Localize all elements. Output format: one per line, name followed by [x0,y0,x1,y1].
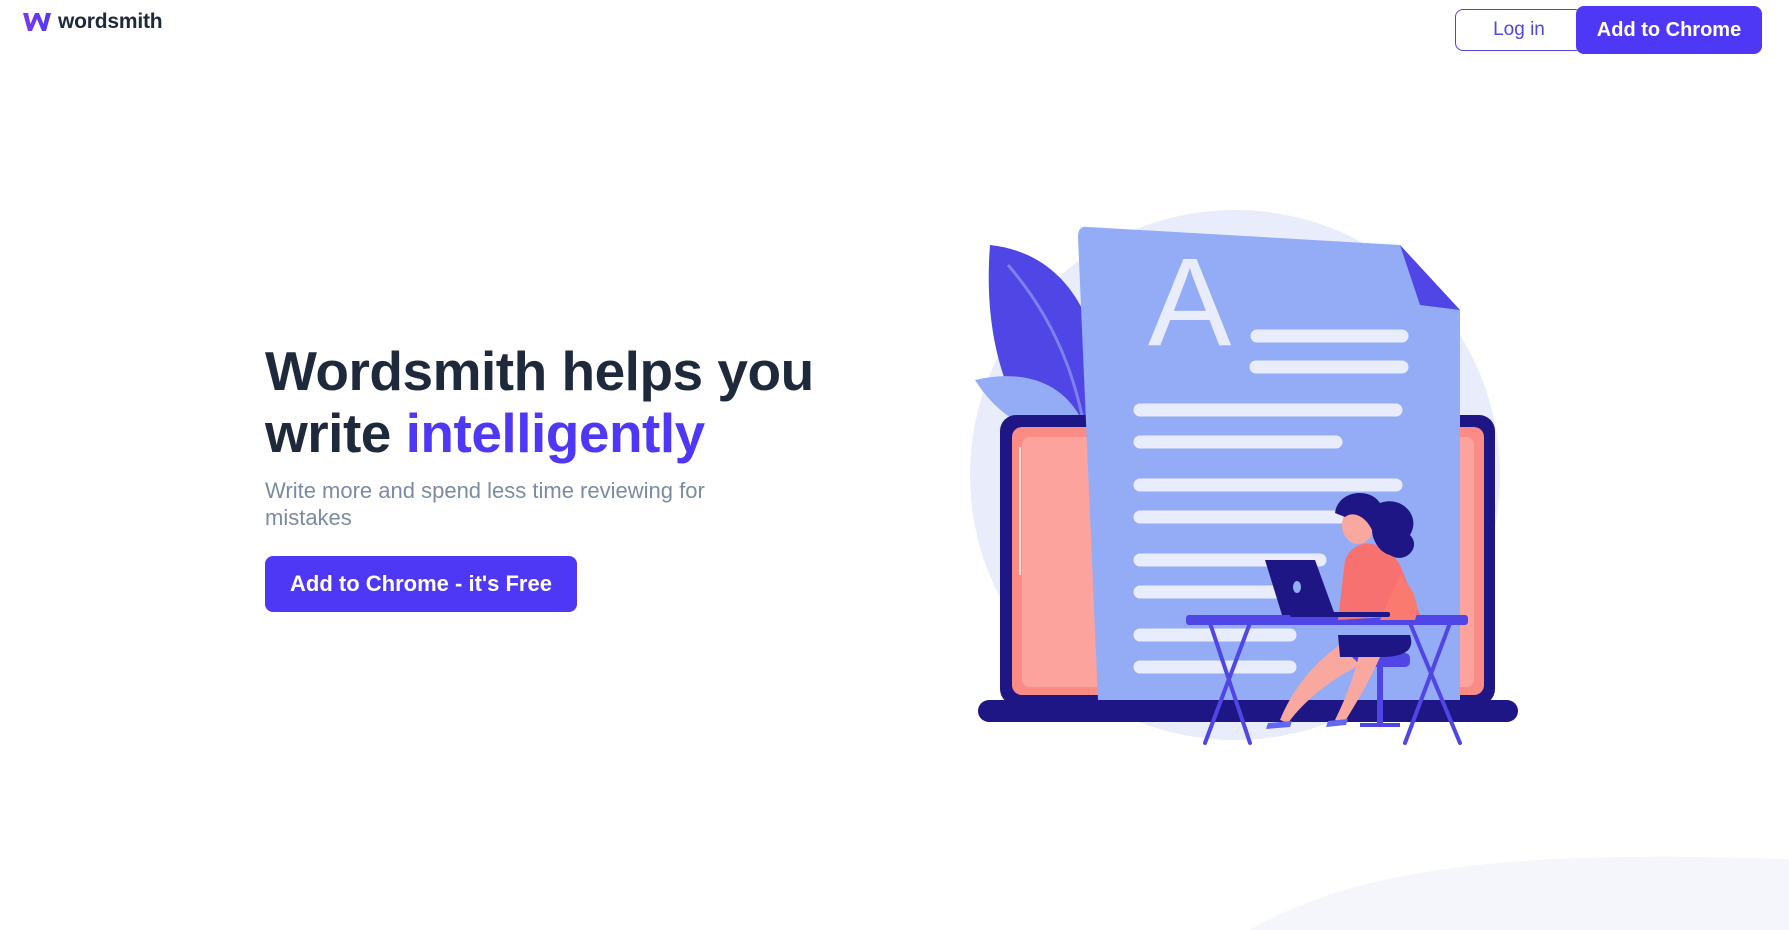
add-to-chrome-button[interactable]: Add to Chrome [1576,6,1762,54]
top-nav: wordsmith Log in Add to Chrome [0,0,1789,70]
login-button[interactable]: Log in [1455,9,1583,51]
woman-writing-at-desk-illustration: A [970,210,1518,745]
woman-skirt [1338,635,1412,657]
document-letter: A [1148,233,1232,372]
brand-logo[interactable]: wordsmith [22,10,163,34]
hero-title-accent: intelligently [405,402,706,464]
bottom-wave-decoration [1250,856,1789,930]
hero-subtitle: Write more and spend less time reviewing… [265,478,705,530]
hero-title-line1: Wordsmith helps you [265,340,814,402]
hero-title-line2: write [265,402,406,464]
wordsmith-w-logo-icon [23,13,51,31]
hero-title: Wordsmith helps you write intelligently [265,340,814,464]
laptop-base [978,700,1518,722]
add-to-chrome-free-button[interactable]: Add to Chrome - it's Free [265,556,577,612]
brand-name: wordsmith [58,10,163,33]
